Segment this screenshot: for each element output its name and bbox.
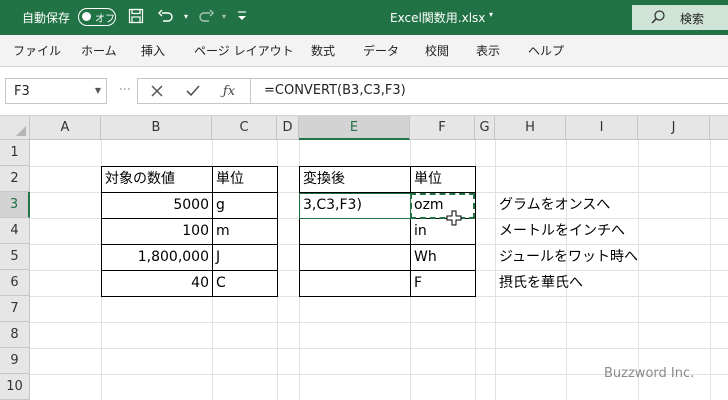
autosave-toggle[interactable]: オフ [78, 8, 116, 26]
formula-bar: F3 ▼ ⋮ ƒx =CONVERT(B3,C3,F3) [0, 67, 728, 116]
name-box[interactable]: F3 ▼ [5, 78, 107, 104]
row-header-1[interactable]: 1 [0, 140, 30, 166]
cell-c4[interactable]: m [213, 219, 277, 245]
cell-f6[interactable]: F [411, 271, 475, 297]
autosave-label: 自動保存 [22, 11, 71, 25]
cell-b3[interactable]: 5000 [102, 193, 212, 219]
formula-buttons: ƒx [137, 78, 251, 104]
formula-input[interactable]: =CONVERT(B3,C3,F3) [250, 78, 728, 104]
gridline [30, 348, 728, 349]
column-header-c[interactable]: C [212, 116, 277, 140]
column-header-d[interactable]: D [277, 116, 299, 140]
cell-f4[interactable]: in [411, 219, 475, 245]
cancel-icon[interactable] [146, 82, 168, 102]
cell-b6[interactable]: 40 [102, 271, 212, 297]
column-header-b[interactable]: B [101, 116, 212, 140]
autosave-state: オフ [95, 14, 115, 25]
search-icon [651, 10, 665, 24]
column-header-next[interactable] [710, 116, 728, 140]
cell-f2[interactable]: 単位 [411, 167, 475, 193]
redo-dropdown-icon[interactable]: ▾ [215, 8, 233, 26]
insert-function-icon[interactable]: ƒx [218, 82, 240, 102]
row-header-6[interactable]: 6 [0, 270, 30, 296]
tab-file[interactable]: ファイル [13, 42, 61, 59]
tab-data[interactable]: データ [363, 42, 399, 59]
cell-b2[interactable]: 対象の数値 [102, 167, 212, 193]
column-header-a[interactable]: A [30, 116, 101, 140]
cell-c3[interactable]: g [213, 193, 277, 219]
row-header-4[interactable]: 4 [0, 218, 30, 244]
chevron-down-icon[interactable]: ▼ [95, 86, 101, 95]
row-header-2[interactable]: 2 [0, 166, 30, 192]
cell-h3[interactable]: グラムをオンスへ [496, 193, 696, 219]
cell-c5[interactable]: J [213, 245, 277, 271]
row-header-8[interactable]: 8 [0, 322, 30, 348]
cell-f5[interactable]: Wh [411, 245, 475, 271]
gridline [30, 322, 728, 323]
cell-c2[interactable]: 単位 [213, 167, 277, 193]
name-box-value: F3 [14, 84, 30, 99]
enter-check-icon[interactable] [182, 82, 204, 102]
tab-help[interactable]: ヘルプ [528, 42, 564, 59]
cell-b4[interactable]: 100 [102, 219, 212, 245]
title-bar: 自動保存 オフ ▾ ▾ Excel関数用.xlsx ▾ 検索 [0, 0, 728, 35]
save-icon[interactable] [127, 8, 145, 26]
tab-home[interactable]: ホーム [81, 42, 117, 59]
search-label: 検索 [680, 12, 705, 26]
redo-icon[interactable] [197, 8, 215, 26]
cell-c6[interactable]: C [213, 271, 277, 297]
column-header-g[interactable]: G [475, 116, 495, 140]
filename-dropdown-icon[interactable]: ▾ [489, 10, 493, 19]
cell-e2[interactable]: 変換後 [300, 167, 410, 193]
ribbon-tabs: ファイル ホーム 挿入 ページ レイアウト 数式 データ 校閲 表示 ヘルプ [0, 35, 728, 67]
column-header-f[interactable]: F [410, 116, 475, 140]
file-name: Excel関数用.xlsx [390, 11, 486, 25]
column-header-j[interactable]: J [638, 116, 710, 140]
cell-h5[interactable]: ジュールをワット時へ [496, 245, 696, 271]
row-header-9[interactable]: 9 [0, 348, 30, 374]
tab-view[interactable]: 表示 [476, 42, 500, 59]
undo-icon[interactable] [157, 8, 175, 26]
tab-page-layout[interactable]: ページ レイアウト [194, 42, 294, 59]
tab-formulas[interactable]: 数式 [311, 42, 335, 59]
search-box[interactable]: 検索 [632, 5, 728, 30]
column-header-e[interactable]: E [299, 116, 410, 140]
row-header-5[interactable]: 5 [0, 244, 30, 270]
column-header-h[interactable]: H [495, 116, 566, 140]
cell-h6[interactable]: 摂氏を華氏へ [496, 271, 696, 297]
reference-marquee [410, 193, 475, 219]
select-all-button[interactable] [0, 116, 30, 140]
customize-qat-icon[interactable] [233, 8, 251, 26]
watermark: Buzzword Inc. [604, 366, 695, 381]
cell-h4[interactable]: メートルをインチへ [496, 219, 696, 245]
row-header-10[interactable]: 10 [0, 374, 30, 400]
row-header-3[interactable]: 3 [0, 192, 30, 218]
column-header-i[interactable]: I [566, 116, 638, 140]
formula-text: =CONVERT(B3,C3,F3) [264, 83, 406, 98]
tab-review[interactable]: 校閲 [425, 42, 449, 59]
toggle-knob [82, 12, 91, 21]
undo-dropdown-icon[interactable]: ▾ [177, 8, 195, 26]
more-icon: ⋮ [118, 83, 132, 94]
cell-e3-editing[interactable]: 3,C3,F3) [300, 193, 410, 219]
tab-insert[interactable]: 挿入 [141, 42, 165, 59]
cell-b5[interactable]: 1,800,000 [102, 245, 212, 271]
row-header-7[interactable]: 7 [0, 296, 30, 322]
